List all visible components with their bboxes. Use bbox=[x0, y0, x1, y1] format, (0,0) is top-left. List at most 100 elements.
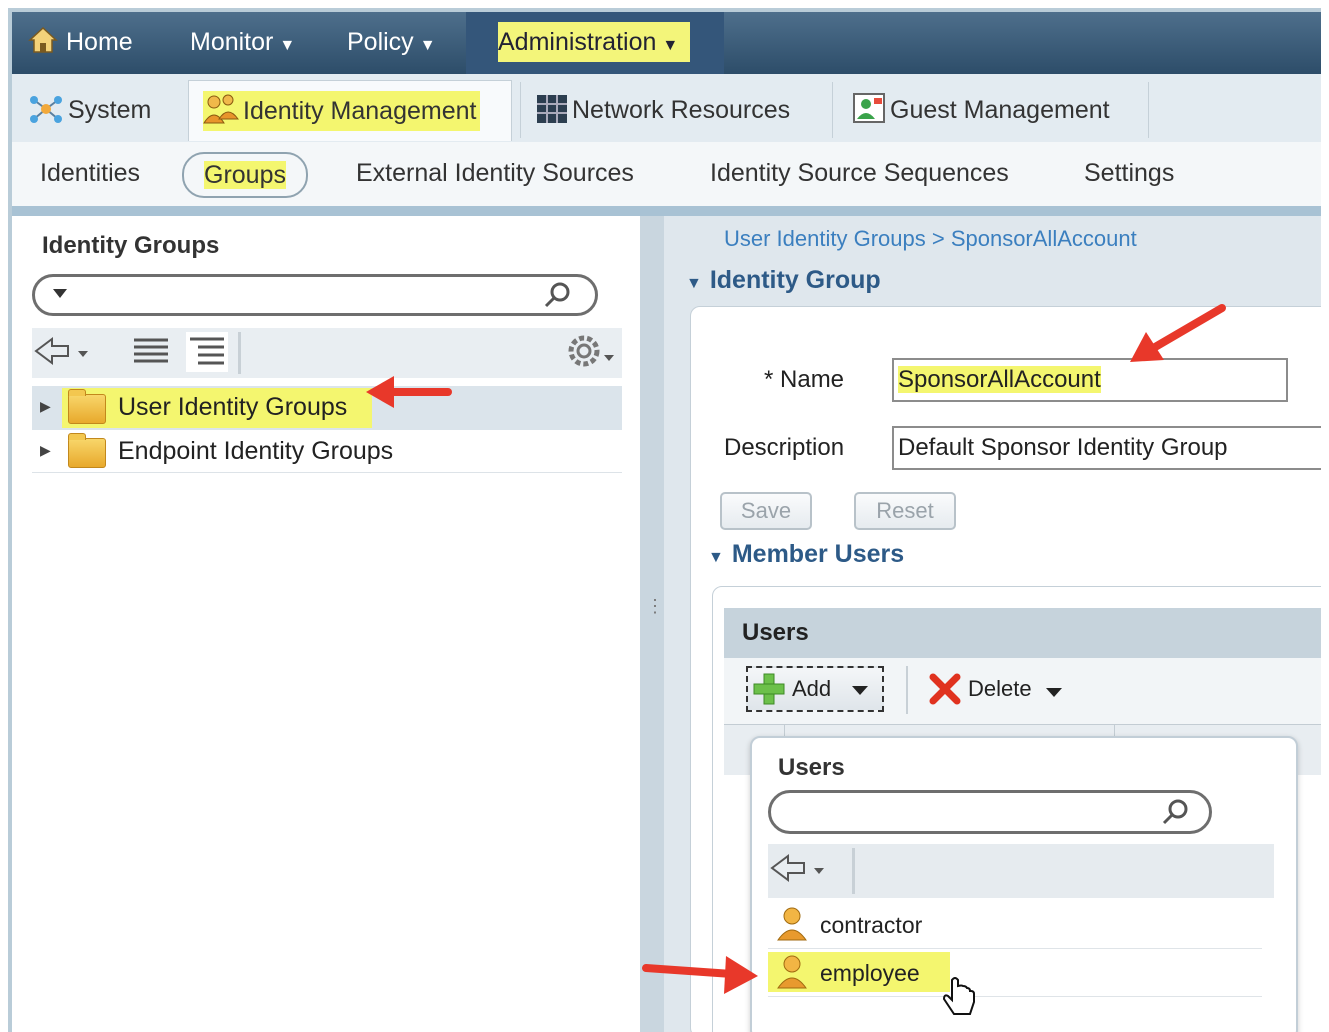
nav-monitor[interactable]: Monitor ▼ bbox=[190, 22, 295, 62]
gear-icon[interactable] bbox=[564, 333, 620, 373]
toolbar-separator bbox=[906, 666, 908, 714]
collapse-triangle-icon: ▼ bbox=[708, 549, 724, 566]
add-user-button-label: Add bbox=[792, 676, 832, 701]
panel-splitter-handle[interactable] bbox=[640, 216, 664, 1032]
chevron-down-icon bbox=[1046, 688, 1062, 697]
hand-cursor-icon bbox=[942, 977, 975, 1015]
tree-view-icon[interactable] bbox=[186, 332, 228, 372]
tab-separator bbox=[1148, 82, 1149, 138]
users-icon bbox=[203, 94, 239, 124]
header-divider bbox=[12, 206, 1321, 216]
tab-network-resources[interactable]: Network Resources bbox=[536, 80, 790, 140]
description-field-label: Description bbox=[724, 434, 845, 461]
description-field[interactable]: Default Sponsor Identity Group bbox=[892, 426, 1321, 470]
tab-identity-management[interactable]: Identity Management bbox=[188, 80, 512, 141]
top-navigation: Home Monitor ▼ Policy ▼ Administration ▼ bbox=[12, 12, 1321, 74]
tree-toolbar bbox=[32, 328, 622, 378]
chevron-down-icon: ▼ bbox=[419, 37, 436, 54]
subtab-groups-label: Groups bbox=[204, 161, 286, 189]
subtab-settings[interactable]: Settings bbox=[1084, 152, 1174, 194]
reset-button[interactable]: Reset bbox=[854, 492, 956, 530]
back-arrow-icon[interactable] bbox=[34, 333, 94, 373]
tab-separator bbox=[832, 82, 833, 138]
tab-guest-management[interactable]: Guest Management bbox=[852, 80, 1110, 140]
guest-badge-icon bbox=[853, 93, 885, 123]
subtab-external-identity-sources[interactable]: External Identity Sources bbox=[356, 152, 634, 194]
users-toolbar: Add Delete bbox=[724, 658, 1321, 724]
nav-administration[interactable]: Administration ▼ bbox=[498, 22, 691, 62]
nav-policy[interactable]: Policy ▼ bbox=[347, 22, 436, 62]
nav-home[interactable]: Home bbox=[28, 22, 133, 62]
subtab-identities[interactable]: Identities bbox=[40, 152, 140, 194]
breadcrumb[interactable]: User Identity Groups > SponsorAllAccount bbox=[724, 226, 1137, 252]
identity-subnav: Identities Groups External Identity Sour… bbox=[12, 142, 1321, 206]
home-icon bbox=[28, 26, 58, 53]
identity-groups-panel: Identity Groups ▶ User Identity Groups ▶… bbox=[16, 216, 641, 1032]
server-grid-icon bbox=[537, 95, 567, 123]
user-icon bbox=[777, 907, 807, 941]
user-row-label: contractor bbox=[820, 912, 923, 938]
save-button[interactable]: Save bbox=[720, 492, 812, 530]
delete-x-icon bbox=[929, 673, 961, 705]
nav-monitor-label: Monitor bbox=[190, 28, 274, 56]
tree-item-label: User Identity Groups bbox=[118, 393, 348, 421]
network-nodes-icon bbox=[30, 96, 62, 123]
subtab-identity-source-sequences[interactable]: Identity Source Sequences bbox=[710, 152, 1009, 194]
tab-separator bbox=[520, 82, 521, 138]
section-identity-group[interactable]: ▼ Identity Group bbox=[686, 266, 881, 295]
expand-arrow-icon[interactable]: ▶ bbox=[40, 442, 51, 459]
tree-divider bbox=[32, 472, 622, 473]
user-row-employee[interactable]: employee bbox=[768, 950, 1262, 997]
chevron-down-icon: ▼ bbox=[279, 37, 296, 54]
search-icon[interactable] bbox=[543, 280, 573, 310]
groups-search-input[interactable] bbox=[32, 274, 598, 316]
toolbar-separator bbox=[852, 848, 855, 894]
dropdown-arrow-icon bbox=[53, 289, 67, 298]
back-arrow-icon[interactable] bbox=[770, 850, 830, 890]
user-search-input[interactable] bbox=[768, 790, 1212, 834]
user-row-label: employee bbox=[820, 960, 920, 986]
popup-title: Users bbox=[778, 754, 845, 781]
annotation-arrow-icon bbox=[642, 956, 758, 994]
panel-title: Identity Groups bbox=[42, 232, 220, 259]
users-table-title: Users bbox=[724, 608, 1321, 658]
section-member-users-label: Member Users bbox=[731, 540, 905, 568]
nav-home-label: Home bbox=[66, 28, 133, 56]
section-identity-group-label: Identity Group bbox=[709, 266, 881, 294]
plus-icon bbox=[753, 673, 785, 705]
list-view-icon[interactable] bbox=[132, 334, 170, 370]
tab-system[interactable]: System bbox=[28, 80, 151, 140]
chevron-down-icon: ▼ bbox=[662, 37, 679, 54]
user-row-contractor[interactable]: contractor bbox=[768, 902, 1262, 949]
popup-toolbar bbox=[768, 844, 1274, 898]
tree-item-user-identity-groups[interactable]: ▶ User Identity Groups bbox=[32, 386, 622, 430]
tab-network-resources-label: Network Resources bbox=[572, 96, 791, 124]
nav-policy-label: Policy bbox=[347, 28, 414, 56]
name-field-value: SponsorAllAccount bbox=[898, 366, 1101, 393]
search-icon[interactable] bbox=[1161, 797, 1191, 827]
delete-user-button-label: Delete bbox=[968, 676, 1032, 701]
tab-guest-management-label: Guest Management bbox=[890, 96, 1110, 124]
collapse-triangle-icon: ▼ bbox=[686, 275, 702, 292]
name-field-label: * Name bbox=[764, 366, 845, 393]
user-icon bbox=[777, 955, 807, 989]
chevron-down-icon bbox=[852, 686, 868, 695]
folder-icon bbox=[68, 433, 106, 468]
admin-tab-row: System Identity Management Network Resou… bbox=[12, 74, 1321, 143]
folder-icon bbox=[68, 389, 106, 424]
ise-admin-window: Home Monitor ▼ Policy ▼ Administration ▼ bbox=[8, 8, 1321, 1032]
tab-identity-management-highlight: Identity Management bbox=[203, 91, 481, 131]
add-user-button[interactable]: Add bbox=[746, 666, 884, 712]
section-member-users[interactable]: ▼ Member Users bbox=[708, 540, 904, 569]
tab-identity-management-label: Identity Management bbox=[243, 97, 477, 125]
annotation-arrow-icon bbox=[1130, 304, 1226, 362]
delete-user-button[interactable]: Delete bbox=[926, 668, 1086, 712]
tab-system-label: System bbox=[68, 96, 152, 124]
user-picker-popup: Users contractor employee bbox=[750, 736, 1298, 1032]
subtab-groups[interactable]: Groups bbox=[182, 152, 308, 198]
expand-arrow-icon[interactable]: ▶ bbox=[40, 398, 51, 415]
tree-item-endpoint-identity-groups[interactable]: ▶ Endpoint Identity Groups bbox=[32, 430, 622, 474]
nav-administration-label: Administration bbox=[498, 28, 657, 56]
toolbar-separator bbox=[238, 332, 241, 374]
tree-item-label: Endpoint Identity Groups bbox=[118, 437, 394, 465]
